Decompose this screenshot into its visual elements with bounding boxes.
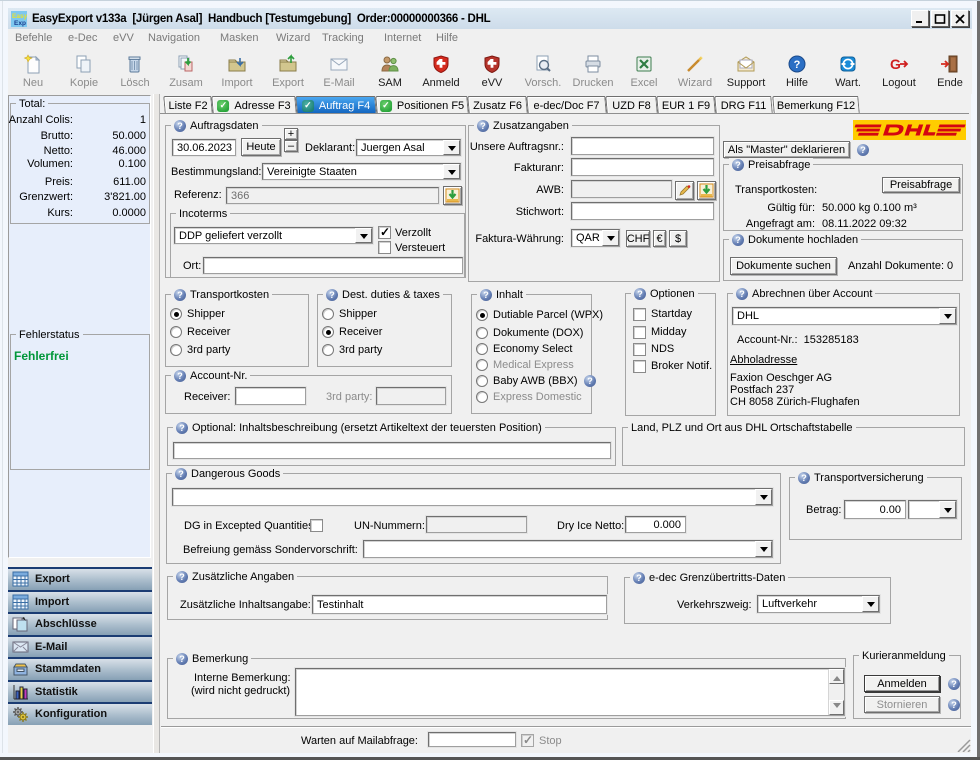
- svg-text:?: ?: [794, 59, 801, 71]
- svg-text:Easy: Easy: [12, 13, 27, 20]
- svg-text:Exp: Exp: [14, 20, 26, 27]
- svg-text:G: G: [890, 56, 901, 72]
